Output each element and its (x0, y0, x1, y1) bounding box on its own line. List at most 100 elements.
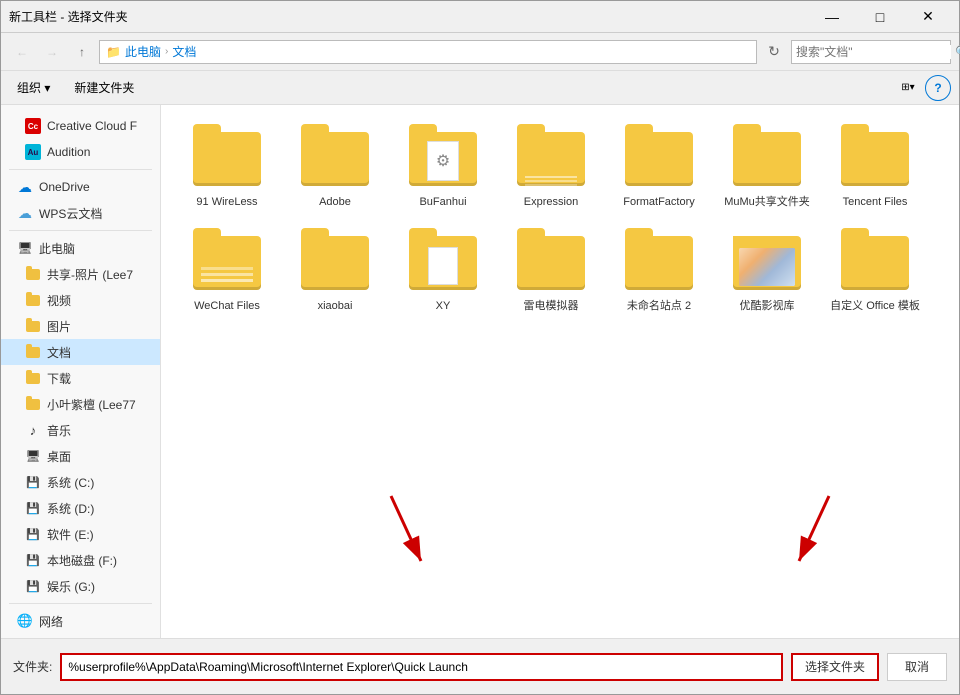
folder-icon (839, 129, 911, 189)
list-item[interactable]: Expression (501, 121, 601, 217)
sidebar-item-drive-c[interactable]: 💾 系统 (C:) (1, 469, 160, 495)
sidebar-item-downloads[interactable]: 下载 (1, 365, 160, 391)
list-item[interactable]: MuMu共享文件夹 (717, 121, 817, 217)
list-item[interactable]: XY (393, 225, 493, 321)
file-grid: 91 WireLess Adobe (177, 121, 943, 322)
pictures-icon (25, 318, 41, 334)
sidebar-item-this-pc[interactable]: 🖥 此电脑 (1, 235, 160, 261)
sidebar-item-shared-photos[interactable]: 共享-照片 (Lee7 (1, 261, 160, 287)
breadcrumb: 此电脑 › 文档 (125, 43, 196, 60)
breadcrumb-pc[interactable]: 此电脑 (125, 43, 161, 60)
list-item[interactable]: 自定义 Office 模板 (825, 225, 925, 321)
sidebar-divider-3 (9, 603, 152, 604)
up-button[interactable]: ↑ (69, 39, 95, 65)
select-folder-button[interactable]: 选择文件夹 (791, 653, 879, 681)
folder-icon (731, 129, 803, 189)
sidebar-item-pictures[interactable]: 图片 (1, 313, 160, 339)
sidebar-item-drive-d[interactable]: 💾 系统 (D:) (1, 495, 160, 521)
list-item[interactable]: 雷电模拟器 (501, 225, 601, 321)
dialog-title: 新工具栏 - 选择文件夹 (9, 8, 128, 25)
sidebar-divider-1 (9, 169, 152, 170)
video-icon (25, 292, 41, 308)
list-item[interactable]: Adobe (285, 121, 385, 217)
breadcrumb-docs[interactable]: 文档 (172, 43, 196, 60)
folder-icon (191, 129, 263, 189)
music-icon: ♪ (25, 422, 41, 438)
sidebar-label-audition: Audition (47, 145, 90, 159)
list-item[interactable]: 优酷影视库 (717, 225, 817, 321)
list-item[interactable]: Tencent Files (825, 121, 925, 217)
search-box: 🔍 (791, 40, 951, 64)
drive-f-icon: 💾 (25, 552, 41, 568)
sidebar-item-desktop[interactable]: 🖥 桌面 (1, 443, 160, 469)
sidebar-item-network[interactable]: 🌐 网络 (1, 608, 160, 634)
sidebar-label-downloads: 下载 (47, 370, 71, 387)
bottom-bar: 文件夹: 选择文件夹 取消 (1, 638, 959, 694)
pc-icon: 🖥 (17, 240, 33, 256)
arrow-annotation-left (381, 491, 441, 571)
sidebar-item-documents[interactable]: 文档 (1, 339, 160, 365)
list-item[interactable]: FormatFactory (609, 121, 709, 217)
sidebar-item-drive-f[interactable]: 💾 本地磁盘 (F:) (1, 547, 160, 573)
file-name-input[interactable] (60, 653, 783, 681)
drive-g-icon: 💾 (25, 578, 41, 594)
folder-icon (407, 233, 479, 293)
new-folder-button[interactable]: 新建文件夹 (66, 76, 142, 100)
list-item[interactable]: 未命名站点 2 (609, 225, 709, 321)
sidebar-label-music: 音乐 (47, 422, 71, 439)
sidebar-item-xiaoyezitan[interactable]: 小叶紫檀 (Lee77 (1, 391, 160, 417)
folder-icon (191, 233, 263, 293)
file-label: 自定义 Office 模板 (830, 299, 920, 313)
folder-icon (299, 233, 371, 293)
sidebar-item-audition[interactable]: Au Audition (1, 139, 160, 165)
maximize-button[interactable]: □ (857, 4, 903, 30)
downloads-icon (25, 370, 41, 386)
close-button[interactable]: ✕ (905, 4, 951, 30)
sidebar-label-video: 视频 (47, 292, 71, 309)
list-item[interactable]: xiaobai (285, 225, 385, 321)
help-button[interactable]: ? (925, 75, 951, 101)
file-label: XY (436, 299, 451, 313)
arrow-annotation-right (779, 491, 839, 571)
file-label: Adobe (319, 195, 351, 209)
sidebar-label-creative-cloud: Creative Cloud F (47, 119, 137, 133)
sidebar-item-onedrive[interactable]: ☁ OneDrive (1, 174, 160, 200)
minimize-button[interactable]: — (809, 4, 855, 30)
sidebar-item-drive-g[interactable]: 💾 娱乐 (G:) (1, 573, 160, 599)
sidebar-item-wps[interactable]: ☁ WPS云文档 (1, 200, 160, 226)
sidebar-item-video[interactable]: 视频 (1, 287, 160, 313)
sidebar-label-network: 网络 (39, 613, 63, 630)
file-label: Tencent Files (843, 195, 908, 209)
sidebar-item-drive-e[interactable]: 💾 软件 (E:) (1, 521, 160, 547)
file-label: 优酷影视库 (740, 299, 795, 313)
sidebar-label-drive-g: 娱乐 (G:) (47, 578, 95, 595)
file-label: WeChat Files (194, 299, 260, 313)
sidebar-divider-2 (9, 230, 152, 231)
folder-icon (839, 233, 911, 293)
address-bar: 📁 此电脑 › 文档 (99, 40, 757, 64)
list-item[interactable]: WeChat Files (177, 225, 277, 321)
organize-button[interactable]: 组织 ▾ (9, 76, 58, 100)
sidebar-item-music[interactable]: ♪ 音乐 (1, 417, 160, 443)
xiaoyezitan-icon (25, 396, 41, 412)
refresh-button[interactable]: ↻ (761, 39, 787, 65)
sidebar-item-creative-cloud[interactable]: Cc Creative Cloud F (1, 113, 160, 139)
back-button[interactable]: ← (9, 39, 35, 65)
onedrive-icon: ☁ (17, 179, 33, 195)
cc-icon: Cc (25, 118, 41, 134)
list-item[interactable]: ⚙ BuFanhui (393, 121, 493, 217)
drive-d-icon: 💾 (25, 500, 41, 516)
forward-button[interactable]: → (39, 39, 65, 65)
sidebar-label-this-pc: 此电脑 (39, 240, 75, 257)
list-item[interactable]: 91 WireLess (177, 121, 277, 217)
toolbar-right: ⊞▾ ? (895, 75, 951, 101)
main-area: Cc Creative Cloud F Au Audition ☁ (1, 105, 959, 638)
view-button[interactable]: ⊞▾ (895, 75, 921, 101)
network-icon: 🌐 (17, 613, 33, 629)
sidebar-label-shared-photos: 共享-照片 (Lee7 (47, 266, 133, 283)
cancel-button[interactable]: 取消 (887, 653, 947, 681)
search-input[interactable] (796, 45, 951, 59)
folder-icon (515, 233, 587, 293)
file-label: BuFanhui (419, 195, 466, 209)
sidebar-label-drive-f: 本地磁盘 (F:) (47, 552, 117, 569)
